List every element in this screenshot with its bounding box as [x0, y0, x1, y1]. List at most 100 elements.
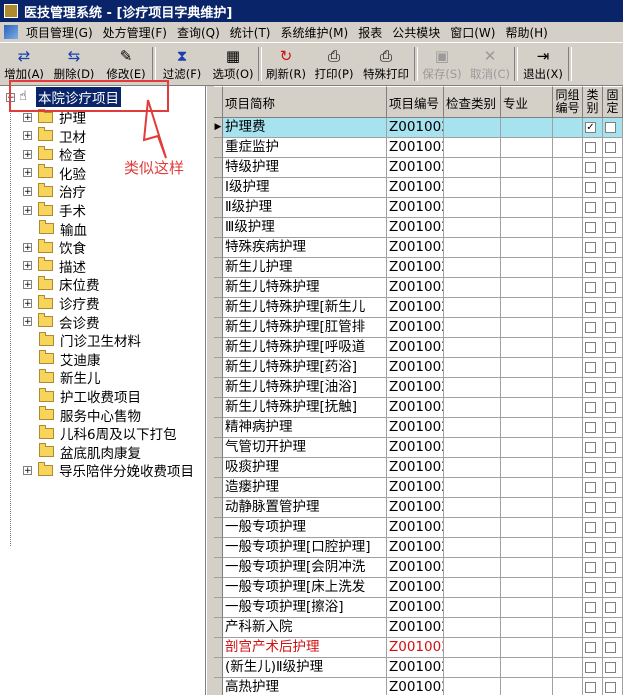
tree-node[interactable]: 艾迪康: [24, 350, 101, 369]
cell-fixed[interactable]: [603, 338, 623, 358]
cell-name[interactable]: 吸痰护理: [223, 458, 387, 478]
category-checkbox[interactable]: [585, 282, 596, 293]
cell-fixed[interactable]: [603, 298, 623, 318]
tree-node[interactable]: + 卫材: [23, 127, 86, 146]
cell-specialty[interactable]: [501, 458, 553, 478]
tree-node[interactable]: + 诊疗费: [23, 294, 100, 313]
tree-node[interactable]: + 导乐陪伴分娩收费项目: [23, 461, 194, 480]
options-button[interactable]: ▦ 选项(O): [208, 43, 258, 85]
cell-check-category[interactable]: [444, 498, 501, 518]
cell-group-code[interactable]: [553, 398, 583, 418]
table-row[interactable]: Ⅲ级护理 Z001002: [214, 218, 623, 238]
exit-button[interactable]: ⇥ 退出(X): [518, 43, 568, 85]
category-checkbox[interactable]: [585, 462, 596, 473]
cell-category[interactable]: [583, 198, 603, 218]
cell-specialty[interactable]: [501, 498, 553, 518]
cell-code[interactable]: Z001002: [387, 498, 444, 518]
cell-specialty[interactable]: [501, 358, 553, 378]
category-checkbox[interactable]: [585, 342, 596, 353]
cell-name[interactable]: 新生儿特殊护理[油浴]: [223, 378, 387, 398]
cell-category[interactable]: [583, 258, 603, 278]
tree-node[interactable]: 新生儿: [24, 368, 101, 387]
cell-category[interactable]: [583, 678, 603, 695]
cell-name[interactable]: 一般专项护理[会阴冲洗: [223, 558, 387, 578]
cell-check-category[interactable]: [444, 358, 501, 378]
menu-system-maintenance[interactable]: 系统维护(M): [275, 24, 353, 41]
cell-code[interactable]: Z001002: [387, 478, 444, 498]
table-row[interactable]: 新生儿护理 Z001002: [214, 258, 623, 278]
cell-category[interactable]: [583, 598, 603, 618]
cell-code[interactable]: Z001002: [387, 158, 444, 178]
cell-code[interactable]: Z001002: [387, 278, 444, 298]
cell-fixed[interactable]: [603, 218, 623, 238]
category-checkbox[interactable]: [585, 622, 596, 633]
category-checkbox[interactable]: [585, 602, 596, 613]
cell-name[interactable]: 高热护理: [223, 678, 387, 695]
cell-category[interactable]: [583, 578, 603, 598]
fixed-checkbox[interactable]: [605, 662, 616, 673]
table-row[interactable]: 一般专项护理 Z001002: [214, 518, 623, 538]
cell-category[interactable]: [583, 138, 603, 158]
fixed-checkbox[interactable]: [605, 562, 616, 573]
cell-specialty[interactable]: [501, 558, 553, 578]
cell-name[interactable]: 新生儿特殊护理[抚触]: [223, 398, 387, 418]
cell-group-code[interactable]: [553, 438, 583, 458]
table-row[interactable]: 新生儿特殊护理[抚触] Z001002: [214, 398, 623, 418]
cell-name[interactable]: 重症监护: [223, 138, 387, 158]
cell-code[interactable]: Z001002: [387, 658, 444, 678]
cell-name[interactable]: 新生儿护理: [223, 258, 387, 278]
cell-specialty[interactable]: [501, 538, 553, 558]
table-row[interactable]: 剖宫产术后护理 Z001002: [214, 638, 623, 658]
cell-specialty[interactable]: [501, 178, 553, 198]
cell-name[interactable]: 造瘘护理: [223, 478, 387, 498]
category-checkbox[interactable]: [585, 302, 596, 313]
cell-category[interactable]: [583, 398, 603, 418]
fixed-checkbox[interactable]: [605, 382, 616, 393]
cell-check-category[interactable]: [444, 558, 501, 578]
cell-code[interactable]: Z001002: [387, 518, 444, 538]
tree-node[interactable]: + 化验: [23, 164, 86, 183]
cell-fixed[interactable]: [603, 358, 623, 378]
table-row[interactable]: 造瘘护理 Z001002: [214, 478, 623, 498]
expand-icon[interactable]: +: [23, 205, 32, 215]
cell-name[interactable]: 护理费: [223, 118, 387, 138]
cell-category[interactable]: [583, 338, 603, 358]
cell-fixed[interactable]: [603, 458, 623, 478]
cell-specialty[interactable]: [501, 418, 553, 438]
cell-name[interactable]: Ⅰ级护理: [223, 178, 387, 198]
fixed-checkbox[interactable]: [605, 442, 616, 453]
cell-specialty[interactable]: [501, 198, 553, 218]
cell-check-category[interactable]: [444, 278, 501, 298]
cell-fixed[interactable]: [603, 198, 623, 218]
cell-group-code[interactable]: [553, 478, 583, 498]
refresh-button[interactable]: ↻ 刷新(R): [262, 43, 310, 85]
cell-name[interactable]: 新生儿特殊护理: [223, 278, 387, 298]
cell-fixed[interactable]: [603, 578, 623, 598]
fixed-checkbox[interactable]: [605, 202, 616, 213]
category-checkbox[interactable]: [585, 142, 596, 153]
table-row[interactable]: 重症监护 Z001002: [214, 138, 623, 158]
cell-name[interactable]: 一般专项护理[口腔护理]: [223, 538, 387, 558]
cell-group-code[interactable]: [553, 678, 583, 695]
tree-node[interactable]: 门诊卫生材料: [24, 331, 141, 350]
category-checkbox[interactable]: [585, 182, 596, 193]
table-row[interactable]: 新生儿特殊护理[药浴] Z001002: [214, 358, 623, 378]
table-row[interactable]: 新生儿特殊护理[肛管排 Z001002: [214, 318, 623, 338]
category-checkbox[interactable]: [585, 362, 596, 373]
fixed-checkbox[interactable]: [605, 302, 616, 313]
cell-fixed[interactable]: [603, 478, 623, 498]
cell-fixed[interactable]: [603, 138, 623, 158]
cell-code[interactable]: Z001002: [387, 138, 444, 158]
cell-code[interactable]: Z001002: [387, 258, 444, 278]
edit-button[interactable]: ✎ 修改(E): [100, 43, 152, 85]
category-checkbox[interactable]: [585, 382, 596, 393]
cell-code[interactable]: Z001002: [387, 378, 444, 398]
cell-specialty[interactable]: [501, 478, 553, 498]
table-row[interactable]: (新生儿)Ⅱ级护理 Z001002: [214, 658, 623, 678]
table-row[interactable]: 产科新入院 Z001002: [214, 618, 623, 638]
cell-category[interactable]: [583, 538, 603, 558]
cell-specialty[interactable]: [501, 598, 553, 618]
cell-check-category[interactable]: [444, 158, 501, 178]
category-checkbox[interactable]: [585, 482, 596, 493]
fixed-checkbox[interactable]: [605, 362, 616, 373]
